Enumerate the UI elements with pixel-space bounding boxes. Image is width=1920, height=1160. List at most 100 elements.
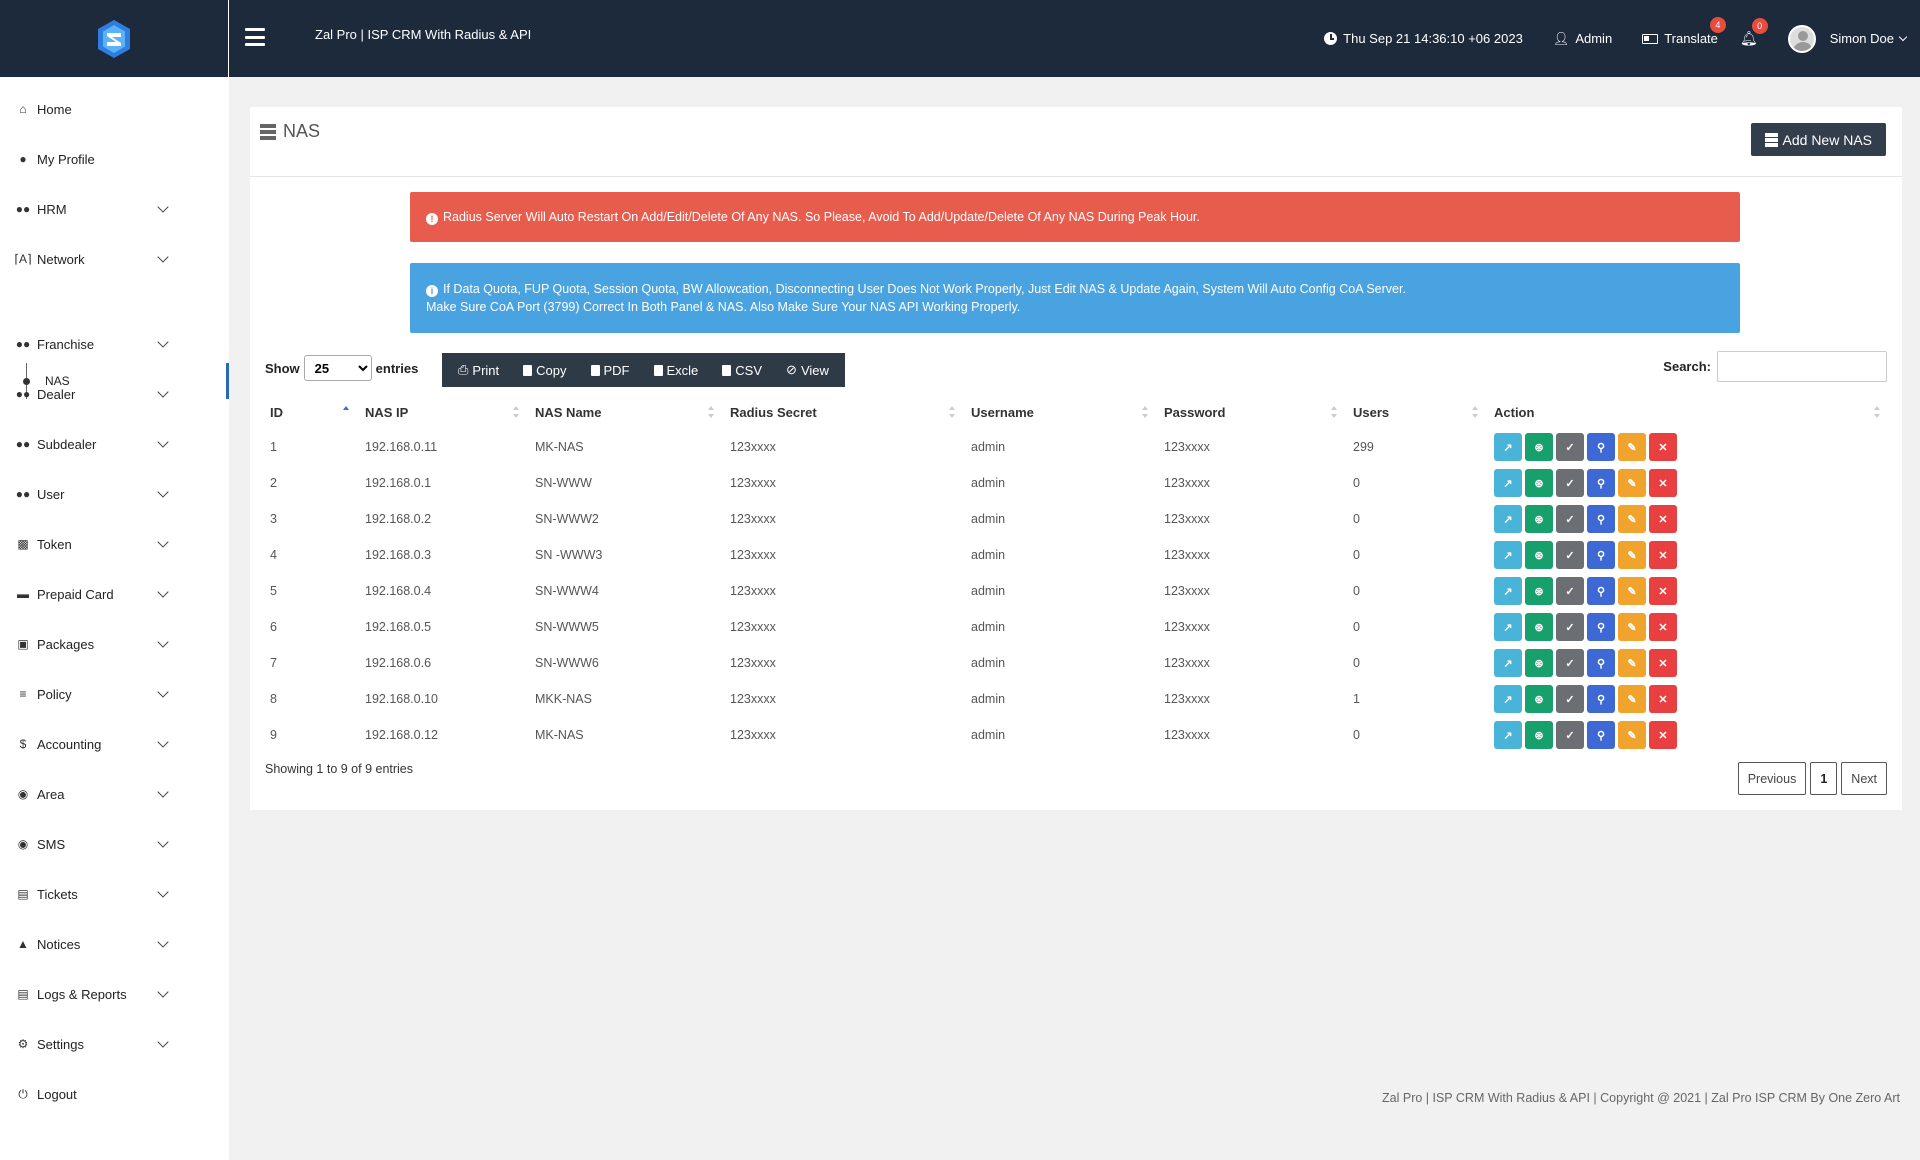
view-button[interactable]: ↗ [1494, 577, 1522, 605]
admin-link[interactable]: 👤︎ Admin [1553, 31, 1612, 47]
search-button[interactable]: ⚲ [1587, 649, 1615, 677]
check-button[interactable]: ✓ [1556, 613, 1584, 641]
delete-button[interactable]: ✕ [1649, 577, 1677, 605]
delete-button[interactable]: ✕ [1649, 505, 1677, 533]
check-button[interactable]: ✓ [1556, 721, 1584, 749]
search-input[interactable] [1717, 351, 1887, 382]
search-button[interactable]: ⚲ [1587, 685, 1615, 713]
search-button[interactable]: ⚲ [1587, 721, 1615, 749]
network-button[interactable]: ⊛ [1525, 685, 1553, 713]
column-header-nas-ip[interactable]: NAS IP [357, 395, 527, 429]
menu-toggle-icon[interactable] [245, 28, 265, 46]
check-button[interactable]: ✓ [1556, 433, 1584, 461]
sidebar-item-prepaid-card[interactable]: ▬ Prepaid Card [0, 579, 229, 609]
search-button[interactable]: ⚲ [1587, 433, 1615, 461]
delete-button[interactable]: ✕ [1649, 613, 1677, 641]
search-button[interactable]: ⚲ [1587, 577, 1615, 605]
excel-button[interactable]: Excle [642, 363, 711, 378]
sidebar-item-network[interactable]: ⌈A⌉ Network [0, 244, 229, 274]
edit-button[interactable]: ✎ [1618, 721, 1646, 749]
view-button[interactable]: ↗ [1494, 505, 1522, 533]
check-button[interactable]: ✓ [1556, 541, 1584, 569]
notifications-button[interactable]: 🔔︎ 0 [1740, 18, 1768, 47]
search-button[interactable]: ⚲ [1587, 469, 1615, 497]
edit-button[interactable]: ✎ [1618, 685, 1646, 713]
edit-button[interactable]: ✎ [1618, 577, 1646, 605]
view-button[interactable]: ↗ [1494, 613, 1522, 641]
csv-button[interactable]: CSV [710, 363, 774, 378]
check-button[interactable]: ✓ [1556, 505, 1584, 533]
column-header-radius-secret[interactable]: Radius Secret [722, 395, 963, 429]
network-button[interactable]: ⊛ [1525, 577, 1553, 605]
delete-button[interactable]: ✕ [1649, 649, 1677, 677]
view-button[interactable]: ↗ [1494, 649, 1522, 677]
delete-button[interactable]: ✕ [1649, 721, 1677, 749]
search-button[interactable]: ⚲ [1587, 541, 1615, 569]
sidebar-item-home[interactable]: ⌂ Home [0, 94, 229, 124]
edit-button[interactable]: ✎ [1618, 505, 1646, 533]
view-button[interactable]: ↗ [1494, 685, 1522, 713]
view-button[interactable]: ↗ [1494, 541, 1522, 569]
edit-button[interactable]: ✎ [1618, 541, 1646, 569]
translate-button[interactable]: Translate 4 [1642, 17, 1726, 46]
print-button[interactable]: ⎙ Print [446, 362, 511, 378]
delete-button[interactable]: ✕ [1649, 685, 1677, 713]
column-header-action[interactable]: Action [1486, 395, 1888, 429]
sidebar-item-settings[interactable]: ⚙︎ Settings [0, 1029, 229, 1059]
next-page-button[interactable]: Next [1841, 762, 1887, 795]
edit-button[interactable]: ✎ [1618, 433, 1646, 461]
page-button-current[interactable]: 1 [1810, 762, 1838, 795]
column-header-users[interactable]: Users [1345, 395, 1486, 429]
add-new-nas-button[interactable]: Add New NAS [1750, 123, 1886, 156]
check-button[interactable]: ✓ [1556, 469, 1584, 497]
view-button[interactable]: ↗ [1494, 433, 1522, 461]
network-button[interactable]: ⊛ [1525, 613, 1553, 641]
sidebar-item-hrm[interactable]: ●● HRM [0, 194, 229, 224]
sidebar-item-my-profile[interactable]: ● My Profile [0, 144, 229, 174]
previous-page-button[interactable]: Previous [1737, 762, 1807, 795]
search-button[interactable]: ⚲ [1587, 613, 1615, 641]
sidebar-item-accounting[interactable]: $ Accounting [0, 729, 229, 759]
network-button[interactable]: ⊛ [1525, 505, 1553, 533]
sidebar-item-packages[interactable]: ▣ Packages [0, 629, 229, 659]
edit-button[interactable]: ✎ [1618, 469, 1646, 497]
delete-button[interactable]: ✕ [1649, 433, 1677, 461]
network-button[interactable]: ⊛ [1525, 469, 1553, 497]
column-visibility-button[interactable]: ⊘ View [774, 362, 841, 378]
sidebar-item-token[interactable]: ▩ Token [0, 529, 229, 559]
copy-button[interactable]: Copy [511, 363, 578, 378]
sidebar-item-dealer[interactable]: ●● Dealer [0, 379, 229, 409]
sidebar-item-subdealer[interactable]: ●● Subdealer [0, 429, 229, 459]
check-button[interactable]: ✓ [1556, 577, 1584, 605]
network-button[interactable]: ⊛ [1525, 721, 1553, 749]
delete-button[interactable]: ✕ [1649, 469, 1677, 497]
delete-button[interactable]: ✕ [1649, 541, 1677, 569]
column-header-password[interactable]: Password [1156, 395, 1345, 429]
sidebar-item-franchise[interactable]: ●● Franchise [0, 329, 229, 359]
edit-button[interactable]: ✎ [1618, 613, 1646, 641]
network-button[interactable]: ⊛ [1525, 433, 1553, 461]
network-button[interactable]: ⊛ [1525, 541, 1553, 569]
check-button[interactable]: ✓ [1556, 685, 1584, 713]
sidebar-item-logs-reports[interactable]: ▤ Logs & Reports [0, 979, 229, 1009]
sidebar-item-policy[interactable]: ≡ Policy [0, 679, 229, 709]
search-button[interactable]: ⚲ [1587, 505, 1615, 533]
sidebar-item-user[interactable]: ●● User [0, 479, 229, 509]
column-header-id[interactable]: ID [262, 395, 357, 429]
view-button[interactable]: ↗ [1494, 469, 1522, 497]
sidebar-item-notices[interactable]: ▲ Notices [0, 929, 229, 959]
sidebar-item-area[interactable]: ◉ Area [0, 779, 229, 809]
logo[interactable] [0, 0, 229, 77]
page-length-select[interactable]: 102550100 [303, 355, 372, 381]
sidebar-item-sms[interactable]: ◉ SMS [0, 829, 229, 859]
network-button[interactable]: ⊛ [1525, 649, 1553, 677]
user-menu[interactable]: Simon Doe [1787, 24, 1908, 53]
edit-button[interactable]: ✎ [1618, 649, 1646, 677]
view-button[interactable]: ↗ [1494, 721, 1522, 749]
sidebar-item-tickets[interactable]: ▤ Tickets [0, 879, 229, 909]
sidebar-item-logout[interactable]: ⏻︎ Logout [0, 1079, 229, 1109]
column-header-nas-name[interactable]: NAS Name [527, 395, 722, 429]
check-button[interactable]: ✓ [1556, 649, 1584, 677]
pdf-button[interactable]: PDF [579, 363, 642, 378]
column-header-username[interactable]: Username [963, 395, 1156, 429]
